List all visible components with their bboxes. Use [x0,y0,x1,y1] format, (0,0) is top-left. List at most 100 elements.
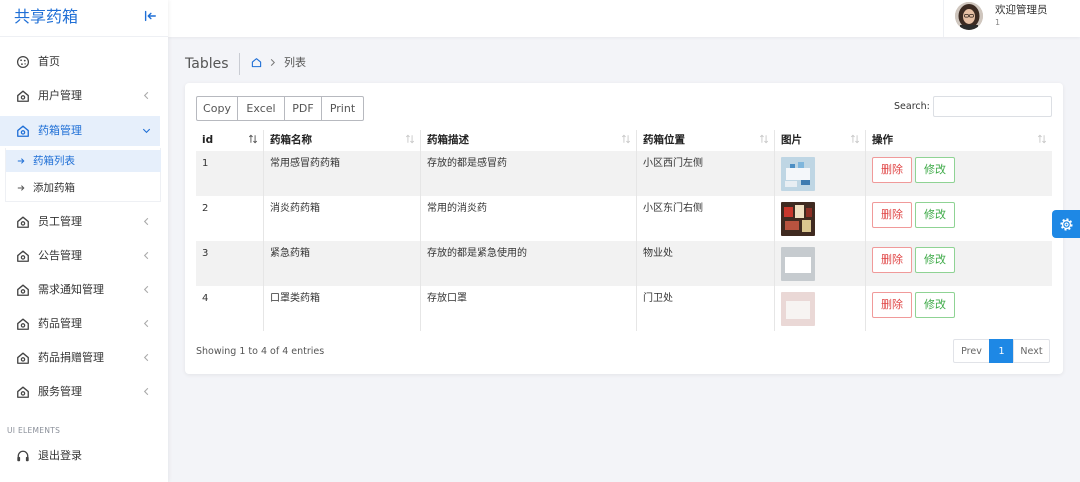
sidebar-item-medicine-donation-management[interactable]: 药品捐赠管理 [0,343,160,373]
chevron-left-icon [141,90,152,101]
column-header-description[interactable]: 药箱描述 [420,130,636,151]
avatar[interactable] [955,2,983,30]
delete-button[interactable]: 删除 [872,157,912,183]
sidebar-item-service-management[interactable]: 服务管理 [0,377,160,407]
home-icon [16,89,30,103]
collapse-sidebar-icon[interactable] [143,9,157,23]
sidebar-item-label: 服务管理 [38,385,82,398]
edit-button[interactable]: 修改 [915,202,955,228]
sidebar-item-announcement-management[interactable]: 公告管理 [0,241,160,271]
arrow-right-icon [17,184,25,192]
table-header-row: id 药箱名称 药箱描述 药箱位置 图片 操作 [196,130,1052,151]
sidebar-item-label: 首页 [38,55,60,68]
delete-button[interactable]: 删除 [872,247,912,273]
arrow-right-icon [17,157,25,165]
sidebar-subitem-label: 药箱列表 [33,155,75,167]
delete-button[interactable]: 删除 [872,292,912,318]
column-header-id[interactable]: id [196,130,263,151]
prev-page-button[interactable]: Prev [953,339,990,363]
chevron-left-icon [141,386,152,397]
chevron-left-icon [141,216,152,227]
cell-image [774,151,865,196]
sidebar-section-label: UI ELEMENTS [7,426,61,435]
column-header-label: 药箱描述 [427,134,469,146]
home-icon [16,351,30,365]
cell-location: 小区西门左侧 [636,151,774,196]
cell-actions: 删除 修改 [865,286,1052,331]
print-button[interactable]: Print [321,96,364,121]
cell-id: 2 [202,203,209,214]
sidebar-item-medicine-box-management[interactable]: 药箱管理 [0,116,160,146]
sidebar-item-label: 用户管理 [38,89,82,102]
column-header-location[interactable]: 药箱位置 [636,130,774,151]
cell-image [774,286,865,331]
column-header-label: id [202,134,214,146]
column-header-label: 操作 [872,134,893,146]
sort-icon [759,134,769,144]
sidebar-item-medicine-management[interactable]: 药品管理 [0,309,160,339]
home-icon [16,317,30,331]
cell-location: 小区东门右侧 [636,196,774,241]
sort-icon [850,134,860,144]
sidebar-item-label: 员工管理 [38,215,82,228]
column-header-image[interactable]: 图片 [774,130,865,151]
cell-id: 1 [202,158,209,169]
edit-button[interactable]: 修改 [915,247,955,273]
table-row: 4 口罩类药箱 存放口罩 门卫处 删除 修改 [196,286,1052,331]
edit-button[interactable]: 修改 [915,157,955,183]
medicine-box-thumbnail[interactable] [781,247,815,281]
copy-button[interactable]: Copy [196,96,238,121]
page-title: Tables [185,56,229,72]
cell-name: 常用感冒药药箱 [263,151,420,196]
sidebar-item-label: 药品捐赠管理 [38,351,104,364]
column-header-actions[interactable]: 操作 [865,130,1052,151]
sidebar-item-label: 药品管理 [38,317,82,330]
sidebar-item-demand-notice-management[interactable]: 需求通知管理 [0,275,160,305]
sidebar-item-staff-management[interactable]: 员工管理 [0,207,160,237]
divider [239,53,240,75]
settings-button[interactable] [1052,210,1080,238]
headphones-icon [16,449,30,463]
page-button-current[interactable]: 1 [989,339,1014,363]
home-icon [16,283,30,297]
brand-title[interactable]: 共享药箱 [14,7,78,27]
pdf-button[interactable]: PDF [284,96,322,121]
chevron-left-icon [141,318,152,329]
medicine-box-thumbnail[interactable] [781,202,815,236]
sidebar-subitem-medicine-box-list[interactable]: 药箱列表 [6,150,161,172]
sidebar-item-label: 药箱管理 [38,124,82,137]
cell-actions: 删除 修改 [865,151,1052,196]
home-icon[interactable] [251,57,262,68]
sidebar-item-home[interactable]: 首页 [0,47,160,77]
sidebar: 共享药箱 首页 用户管理 药箱管理 药箱列表 添加药箱 员工管理 公告管理 需求… [0,0,168,482]
edit-button[interactable]: 修改 [915,292,955,318]
medicine-box-thumbnail[interactable] [781,292,815,326]
top-bar: 欢迎管理员 1 [168,0,1080,37]
brand: 共享药箱 [0,0,168,37]
cell-location: 门卫处 [636,286,774,331]
sidebar-item-label: 需求通知管理 [38,283,104,296]
sidebar-item-label: 退出登录 [38,449,82,462]
sidebar-item-user-management[interactable]: 用户管理 [0,81,160,111]
pagination: Prev 1 Next [953,339,1050,363]
column-header-name[interactable]: 药箱名称 [263,130,420,151]
palette-icon [16,55,30,69]
sidebar-subitem-add-medicine-box[interactable]: 添加药箱 [6,177,161,199]
cell-image [774,196,865,241]
cell-description: 存放口罩 [420,286,636,331]
breadcrumb-current: 列表 [284,56,306,69]
search-input[interactable] [933,96,1052,117]
home-icon [16,215,30,229]
cell-image [774,241,865,286]
welcome-text[interactable]: 欢迎管理员 [995,3,1048,17]
delete-button[interactable]: 删除 [872,202,912,228]
cell-location: 物业处 [636,241,774,286]
sidebar-item-logout[interactable]: 退出登录 [0,441,160,471]
chevron-down-icon [141,125,152,136]
cell-name: 紧急药箱 [263,241,420,286]
medicine-box-thumbnail[interactable] [781,157,815,191]
excel-button[interactable]: Excel [237,96,285,121]
next-page-button[interactable]: Next [1013,339,1050,363]
chevron-left-icon [141,284,152,295]
sort-icon [405,134,415,144]
